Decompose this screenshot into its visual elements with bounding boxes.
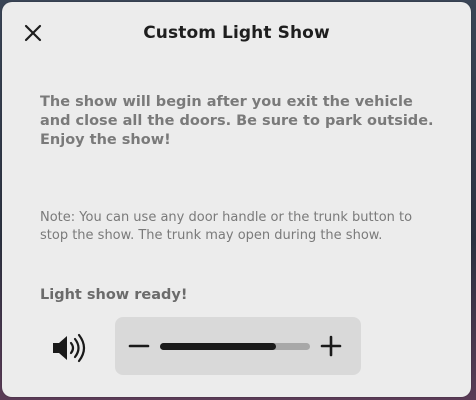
volume-slider-fill <box>160 343 276 350</box>
light-show-dialog: Custom Light Show The show will begin af… <box>2 2 471 397</box>
minus-icon <box>128 344 150 348</box>
speaker-volume-icon <box>53 333 86 363</box>
volume-control <box>115 317 361 375</box>
volume-slider[interactable] <box>160 343 310 350</box>
dialog-title: Custom Light Show <box>143 23 330 43</box>
note-text: Note: You can use any door handle or the… <box>40 210 413 243</box>
volume-down-button[interactable] <box>126 333 152 359</box>
speaker-button[interactable] <box>51 332 91 364</box>
instruction-text: The show will begin after you exit the v… <box>40 94 434 148</box>
plus-icon <box>320 335 342 357</box>
status-text: Light show ready! <box>40 287 188 303</box>
volume-up-button[interactable] <box>318 333 344 359</box>
